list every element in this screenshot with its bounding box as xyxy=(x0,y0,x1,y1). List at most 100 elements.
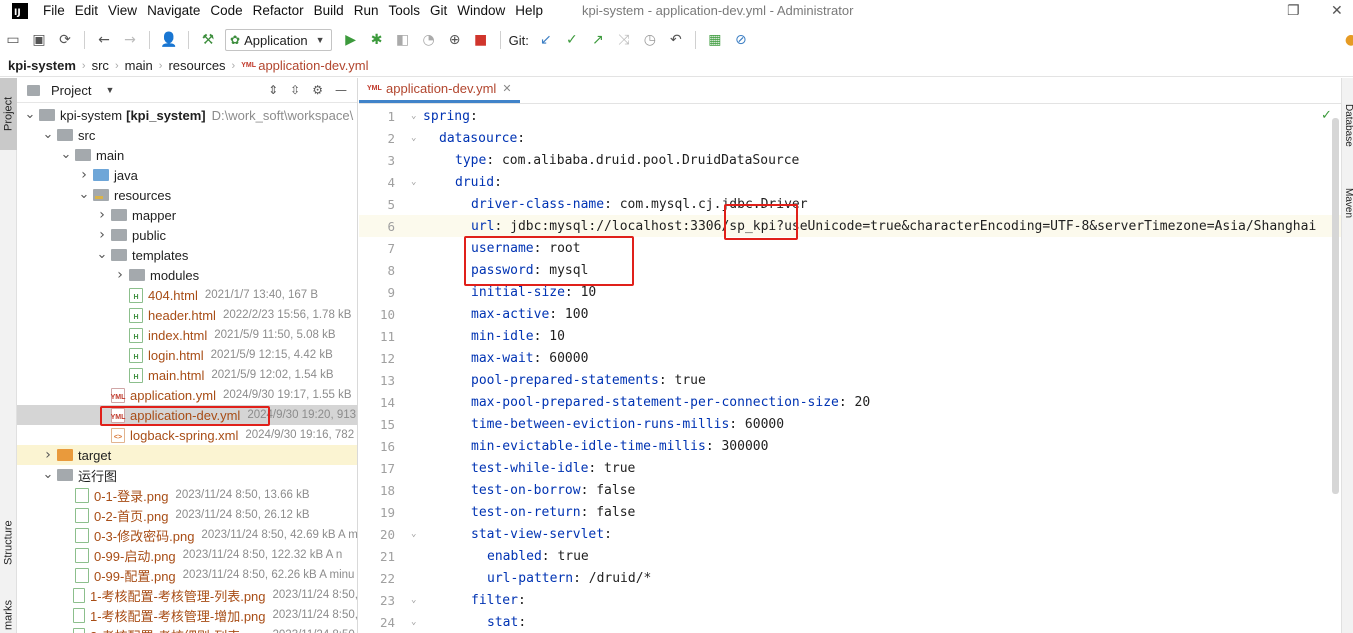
coverage-icon[interactable]: ◧ xyxy=(392,29,414,51)
run-configuration-select[interactable]: ✿ Application ▼ xyxy=(225,29,332,51)
tree-row[interactable]: 0-1-登录.png 2023/11/24 8:50, 13.66 kB xyxy=(17,485,357,505)
menu-git[interactable]: Git xyxy=(425,0,452,22)
tree-row[interactable]: › mapper xyxy=(17,205,357,225)
tree-row[interactable]: Hheader.html 2022/2/23 15:56, 1.78 kB xyxy=(17,305,357,325)
profile-icon[interactable]: ◔ xyxy=(418,29,440,51)
debug-icon[interactable]: ✱ xyxy=(366,29,388,51)
chevron-right-icon[interactable]: › xyxy=(113,267,127,283)
chevron-down-icon[interactable]: ⌄ xyxy=(59,148,73,161)
tree-row[interactable]: 1-考核配置-考核管理-增加.png 2023/11/24 8:50, xyxy=(17,605,357,625)
chevron-down-icon[interactable]: ▼ xyxy=(105,85,114,95)
code-line[interactable]: 23 ⌄ filter: xyxy=(359,589,1341,611)
tree-row[interactable]: ⌄ templates xyxy=(17,245,357,265)
tree-row[interactable]: YML application.yml 2024/9/30 19:17, 1.55 … xyxy=(17,385,357,405)
editor-scrollbar[interactable] xyxy=(1332,118,1339,494)
code-line[interactable]: 15 time-between-eviction-runs-millis: 600… xyxy=(359,413,1341,435)
menu-view[interactable]: View xyxy=(103,0,142,22)
project-panel-title[interactable]: Project xyxy=(51,83,91,98)
stop-icon[interactable]: ■ xyxy=(470,29,492,51)
code-line[interactable]: 21 enabled: true xyxy=(359,545,1341,567)
breadcrumb-main[interactable]: main xyxy=(125,58,153,73)
tree-row[interactable]: ⌄ 运行图 xyxy=(17,465,357,485)
menu-build[interactable]: Build xyxy=(309,0,349,22)
hide-panel-icon[interactable]: — xyxy=(335,83,347,97)
tree-row[interactable]: 0-3-修改密码.png 2023/11/24 8:50, 42.69 kB A … xyxy=(17,525,357,545)
forward-icon[interactable]: → xyxy=(119,29,141,51)
build-hammer-icon[interactable]: ⚒ xyxy=(197,29,219,51)
tree-row[interactable]: 0-99-启动.png 2023/11/24 8:50, 122.32 kB A … xyxy=(17,545,357,565)
tree-row[interactable]: 0-2-首页.png 2023/11/24 8:50, 26.12 kB xyxy=(17,505,357,525)
menu-edit[interactable]: Edit xyxy=(70,0,103,22)
chevron-down-icon[interactable]: ⌄ xyxy=(41,128,55,141)
chevron-right-icon[interactable]: › xyxy=(95,227,109,243)
run-icon[interactable]: ▶ xyxy=(340,29,362,51)
structure-tool-tab[interactable]: Structure xyxy=(0,508,17,578)
tree-row[interactable]: H 404.html 2021/1/7 13:40, 167 B xyxy=(17,285,357,305)
chevron-down-icon[interactable]: ⌄ xyxy=(77,188,91,201)
fold-icon[interactable]: ⌄ xyxy=(411,529,416,539)
editor-tab-application-dev[interactable]: YML application-dev.yml ✕ xyxy=(359,77,520,103)
open-folder-icon[interactable]: ▭ xyxy=(2,29,24,51)
breadcrumb-src[interactable]: src xyxy=(92,58,109,73)
tree-row[interactable]: 2-考核配置-考核细则-列表.png 2023/11/24 8:50, xyxy=(17,625,357,633)
chevron-down-icon[interactable]: ⌄ xyxy=(95,248,109,261)
code-line[interactable]: 22 url-pattern: /druid/* xyxy=(359,567,1341,589)
code-line[interactable]: 20 ⌄ stat-view-servlet: xyxy=(359,523,1341,545)
code-line[interactable]: 12 max-wait: 60000 xyxy=(359,347,1341,369)
more-run-icon[interactable]: ⊕ xyxy=(444,29,466,51)
menu-file[interactable]: File xyxy=(38,0,70,22)
close-window-icon[interactable]: ✕ xyxy=(1331,2,1343,19)
statistics-icon[interactable]: ▦ xyxy=(704,29,726,51)
fold-icon[interactable]: ⌄ xyxy=(411,595,416,605)
code-line[interactable]: 17 test-while-idle: true xyxy=(359,457,1341,479)
update-badge-icon[interactable]: ● xyxy=(1340,29,1353,51)
tree-row[interactable]: Hlogin.html 2021/5/9 12:15, 4.42 kB xyxy=(17,345,357,365)
menu-help[interactable]: Help xyxy=(510,0,548,22)
expand-all-icon[interactable]: ⇕ xyxy=(268,83,278,97)
settings-gear-icon[interactable]: ⚙ xyxy=(312,83,323,97)
chevron-down-icon[interactable]: ⌄ xyxy=(41,468,55,481)
database-tool-tab[interactable]: Database xyxy=(1342,104,1353,147)
breadcrumb-resources[interactable]: resources xyxy=(168,58,225,73)
code-line[interactable]: 11 min-idle: 10 xyxy=(359,325,1341,347)
code-line[interactable]: 24 ⌄ stat: xyxy=(359,611,1341,633)
git-rollback-icon[interactable]: ↶ xyxy=(665,29,687,51)
tree-row[interactable]: <> logback-spring.xml 2024/9/30 19:16, 782 xyxy=(17,425,357,445)
menu-tools[interactable]: Tools xyxy=(383,0,425,22)
git-fetch-icon[interactable]: ⤨ xyxy=(613,29,635,51)
tree-row[interactable]: Hmain.html 2021/5/9 12:02, 1.54 kB xyxy=(17,365,357,385)
save-all-icon[interactable]: ▣ xyxy=(28,29,50,51)
tree-row[interactable]: Hindex.html 2021/5/9 11:50, 5.08 kB xyxy=(17,325,357,345)
fold-icon[interactable]: ⌄ xyxy=(411,111,416,121)
code-line[interactable]: 1 ⌄ spring: xyxy=(359,105,1341,127)
code-line[interactable]: 4 ⌄ druid: xyxy=(359,171,1341,193)
menu-run[interactable]: Run xyxy=(349,0,384,22)
breadcrumb-project[interactable]: kpi-system xyxy=(8,58,76,73)
no-entry-icon[interactable]: ⊘ xyxy=(730,29,752,51)
code-line[interactable]: 16 min-evictable-idle-time-millis: 300000 xyxy=(359,435,1341,457)
code-line[interactable]: 3 type: com.alibaba.druid.pool.DruidDataS… xyxy=(359,149,1341,171)
tree-row[interactable]: 0-99-配置.png 2023/11/24 8:50, 62.26 kB A m… xyxy=(17,565,357,585)
code-line[interactable]: 2 ⌄ datasource: xyxy=(359,127,1341,149)
menu-window[interactable]: Window xyxy=(452,0,510,22)
git-commit-icon[interactable]: ✓ xyxy=(561,29,583,51)
breadcrumb-file[interactable]: application-dev.yml xyxy=(258,58,368,73)
tree-row[interactable]: › java xyxy=(17,165,357,185)
code-line[interactable]: 14 max-pool-prepared-statement-per-connec… xyxy=(359,391,1341,413)
close-tab-icon[interactable]: ✕ xyxy=(502,82,511,95)
code-line[interactable]: 5 driver-class-name: com.mysql.cj.jdbc.Dr… xyxy=(359,193,1341,215)
chevron-right-icon[interactable]: › xyxy=(77,167,91,183)
sync-icon[interactable]: ⟳ xyxy=(54,29,76,51)
tree-row[interactable]: ⌄ src xyxy=(17,125,357,145)
tree-row[interactable]: › public xyxy=(17,225,357,245)
project-tool-tab[interactable]: Project xyxy=(0,78,17,150)
code-area[interactable]: 1 ⌄ spring: 2 ⌄ datasource: 3 type: com.alibaba… xyxy=(359,105,1341,633)
tree-row[interactable]: ⌄ kpi-system [kpi_system] D:\work_soft\work… xyxy=(17,105,357,125)
tree-row[interactable]: ⌄ resources xyxy=(17,185,357,205)
menu-code[interactable]: Code xyxy=(205,0,247,22)
chevron-right-icon[interactable]: › xyxy=(95,207,109,223)
code-line[interactable]: 18 test-on-borrow: false xyxy=(359,479,1341,501)
tree-row[interactable]: ⌄ main xyxy=(17,145,357,165)
collapse-all-icon[interactable]: ⇳ xyxy=(290,83,300,97)
code-line[interactable]: 13 pool-prepared-statements: true xyxy=(359,369,1341,391)
